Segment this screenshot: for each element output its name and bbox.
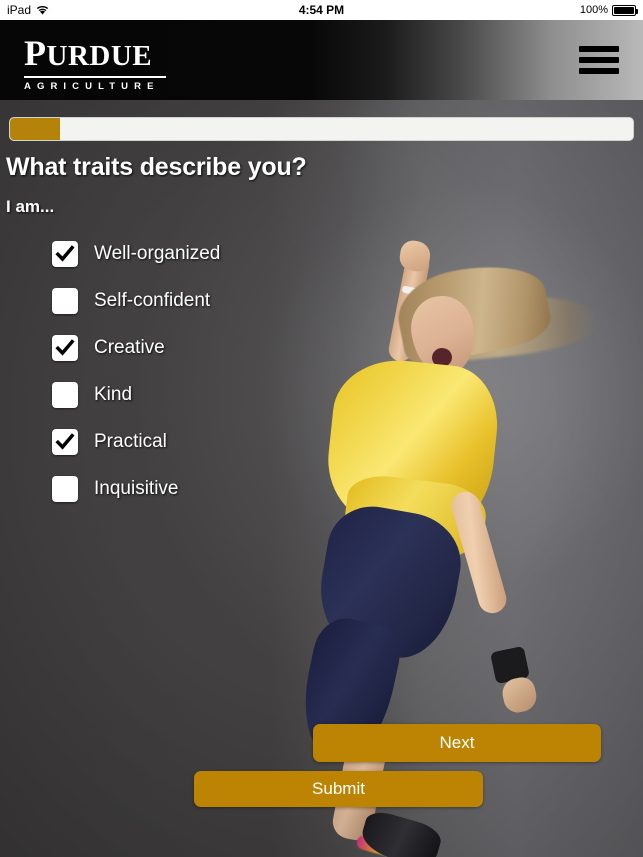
hamburger-menu-icon[interactable] [579, 46, 619, 74]
checkbox-unchecked-icon[interactable] [52, 287, 78, 314]
trait-option-label: Kind [94, 383, 133, 405]
logo-initial: P [24, 33, 47, 73]
trait-option-label: Creative [94, 336, 165, 358]
logo-wordmark: PURDUE [24, 34, 166, 75]
trait-option-row[interactable]: Well-organized [52, 230, 352, 277]
checkbox-checked-icon[interactable] [52, 240, 78, 267]
ipad-app-screen: iPad 4:54 PM 100% PURDUE AGRICULTURE Wha… [0, 0, 643, 857]
clock-label: 4:54 PM [298, 3, 345, 17]
carrier-label: iPad [7, 3, 32, 17]
purdue-agriculture-logo[interactable]: PURDUE AGRICULTURE [24, 34, 166, 92]
logo-subtitle: AGRICULTURE [24, 81, 160, 92]
trait-option-label: Inquisitive [94, 477, 179, 499]
trait-option-row[interactable]: Creative [52, 324, 352, 371]
submit-button[interactable]: Submit [194, 771, 483, 807]
trait-option-row[interactable]: Inquisitive [52, 465, 352, 512]
survey-content: What traits describe you? I am... Well-o… [0, 100, 643, 857]
trait-option-row[interactable]: Self-confident [52, 277, 352, 324]
next-button[interactable]: Next [313, 724, 601, 762]
status-bar-right: 100% [431, 4, 643, 16]
checkbox-checked-icon[interactable] [52, 428, 78, 455]
app-header-bar: PURDUE AGRICULTURE [0, 20, 643, 100]
wifi-icon [36, 5, 49, 15]
checkbox-unchecked-icon[interactable] [52, 381, 78, 408]
status-bar-left: iPad [0, 3, 212, 17]
hamburger-bar-2 [579, 57, 619, 63]
survey-subprompt: I am... [6, 197, 55, 216]
checkbox-unchecked-icon[interactable] [52, 475, 78, 502]
hamburger-bar-1 [579, 46, 619, 52]
trait-option-row[interactable]: Kind [52, 371, 352, 418]
trait-option-row[interactable]: Practical [52, 418, 352, 465]
battery-fill [613, 6, 634, 14]
hamburger-bar-3 [579, 68, 619, 74]
survey-progress-bar [9, 117, 634, 141]
survey-progress-fill [10, 118, 60, 140]
battery-percent-label: 100% [579, 4, 608, 16]
trait-option-label: Practical [94, 430, 167, 452]
checkbox-checked-icon[interactable] [52, 334, 78, 361]
logo-divider-rule [24, 76, 166, 78]
ios-status-bar: iPad 4:54 PM 100% [0, 0, 643, 20]
logo-rest: URDUE [46, 40, 153, 72]
trait-option-label: Well-organized [94, 242, 221, 264]
page-title: What traits describe you? [6, 153, 307, 181]
battery-icon [611, 4, 638, 16]
trait-checkbox-group: Well-organized Self-confident Creative Kind… [52, 230, 352, 512]
trait-option-label: Self-confident [94, 289, 211, 311]
